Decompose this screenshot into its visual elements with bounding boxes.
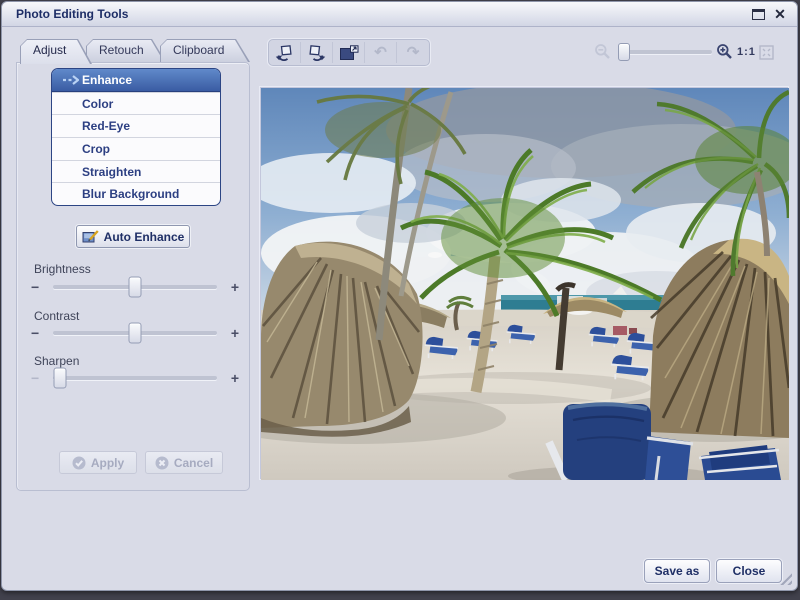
sharpen-slider: − + (31, 367, 239, 389)
photo-editing-window: Photo Editing Tools ✕ Adjust Retouch Cli… (1, 1, 798, 591)
brightness-slider-track[interactable] (53, 276, 217, 298)
magnifier-minus-icon (595, 44, 610, 59)
tool-item-crop[interactable]: Crop (52, 137, 220, 160)
window-close-button[interactable]: ✕ (772, 5, 788, 23)
tool-list: Enhance Color Red-Eye Crop Straighten Bl… (51, 68, 221, 206)
save-as-label: Save as (654, 564, 700, 578)
sharpen-slider-track[interactable] (53, 367, 217, 389)
tab-retouch[interactable]: Retouch (86, 39, 166, 62)
minus-label: − (31, 370, 40, 386)
check-circle-icon (72, 456, 86, 469)
plus-label: + (230, 370, 239, 386)
beach-photo (261, 88, 789, 480)
actual-size-button[interactable]: 1:1 (737, 46, 756, 58)
contrast-label: Contrast (34, 309, 80, 323)
tool-item-label: Straighten (82, 164, 142, 179)
maximize-button[interactable] (752, 9, 765, 20)
tool-item-color[interactable]: Color (52, 91, 220, 115)
tool-item-label: Crop (82, 141, 110, 156)
brightness-slider: − + (31, 276, 239, 298)
apply-button[interactable]: Apply (59, 451, 137, 474)
redo-icon: ↷ (406, 44, 420, 61)
cancel-label: Cancel (173, 455, 214, 470)
minus-label: − (31, 279, 40, 295)
resize-button[interactable] (333, 42, 365, 63)
close-label: Close (732, 564, 766, 578)
resize-image-icon (339, 44, 358, 60)
tool-item-blur-background[interactable]: Blur Background (52, 182, 220, 205)
tab-adjust[interactable]: Adjust (20, 39, 92, 64)
redo-button[interactable]: ↷ (397, 42, 429, 63)
tab-adjust-label: Adjust (33, 43, 67, 57)
magnifier-plus-icon (717, 44, 732, 59)
fit-to-window-icon (759, 45, 774, 60)
auto-enhance-label: Auto Enhance (103, 229, 185, 244)
rotate-right-button[interactable] (301, 42, 333, 63)
tool-item-label: Blur Background (82, 187, 180, 202)
tool-item-enhance[interactable]: Enhance (52, 69, 220, 92)
dashed-arrow-icon (63, 74, 79, 85)
tab-strip: Adjust Retouch Clipboard (20, 39, 244, 63)
sharpen-slider-handle[interactable] (53, 367, 67, 389)
zoom-out-button[interactable] (594, 43, 611, 65)
zoom-slider-handle[interactable] (617, 43, 630, 61)
sharpen-label: Sharpen (34, 354, 80, 368)
plus-label: + (230, 325, 239, 341)
adjust-panel: Enhance Color Red-Eye Crop Straighten Bl… (16, 62, 250, 491)
window-title: Photo Editing Tools (16, 7, 129, 21)
apply-label: Apply (90, 455, 125, 470)
undo-icon: ↶ (374, 44, 387, 61)
x-circle-icon (155, 456, 169, 469)
brightness-slider-handle[interactable] (128, 276, 142, 298)
contrast-slider: − + (31, 322, 239, 344)
brightness-label: Brightness (34, 262, 91, 276)
save-as-button[interactable]: Save as (644, 559, 710, 583)
plus-label: + (230, 279, 239, 295)
zoom-slider-track[interactable] (617, 43, 712, 61)
contrast-slider-handle[interactable] (128, 322, 142, 344)
contrast-slider-track[interactable] (53, 322, 217, 344)
fit-to-window-button[interactable] (759, 45, 774, 65)
magic-photo-icon (82, 229, 99, 242)
auto-enhance-button[interactable]: Auto Enhance (76, 225, 190, 248)
tab-clipboard-label: Clipboard (173, 43, 225, 57)
tool-item-label: Enhance (82, 72, 133, 87)
rotate-left-button[interactable] (269, 42, 301, 63)
cancel-button[interactable]: Cancel (145, 451, 223, 474)
rotate-right-icon (309, 45, 326, 61)
rotate-left-icon (275, 45, 292, 61)
tab-clipboard[interactable]: Clipboard (160, 39, 250, 62)
minus-label: − (31, 325, 40, 341)
tab-retouch-label: Retouch (99, 43, 144, 57)
tool-item-straighten[interactable]: Straighten (52, 159, 220, 183)
undo-button[interactable]: ↶ (365, 42, 397, 63)
tool-item-red-eye[interactable]: Red-Eye (52, 114, 220, 137)
image-toolbar: ↶ ↷ (268, 39, 430, 66)
photo-canvas (260, 87, 789, 480)
close-button[interactable]: Close (716, 559, 782, 583)
tool-item-label: Red-Eye (82, 119, 131, 134)
zoom-in-button[interactable] (716, 43, 733, 65)
tool-item-label: Color (82, 96, 114, 111)
title-bar[interactable]: Photo Editing Tools ✕ (2, 2, 797, 27)
